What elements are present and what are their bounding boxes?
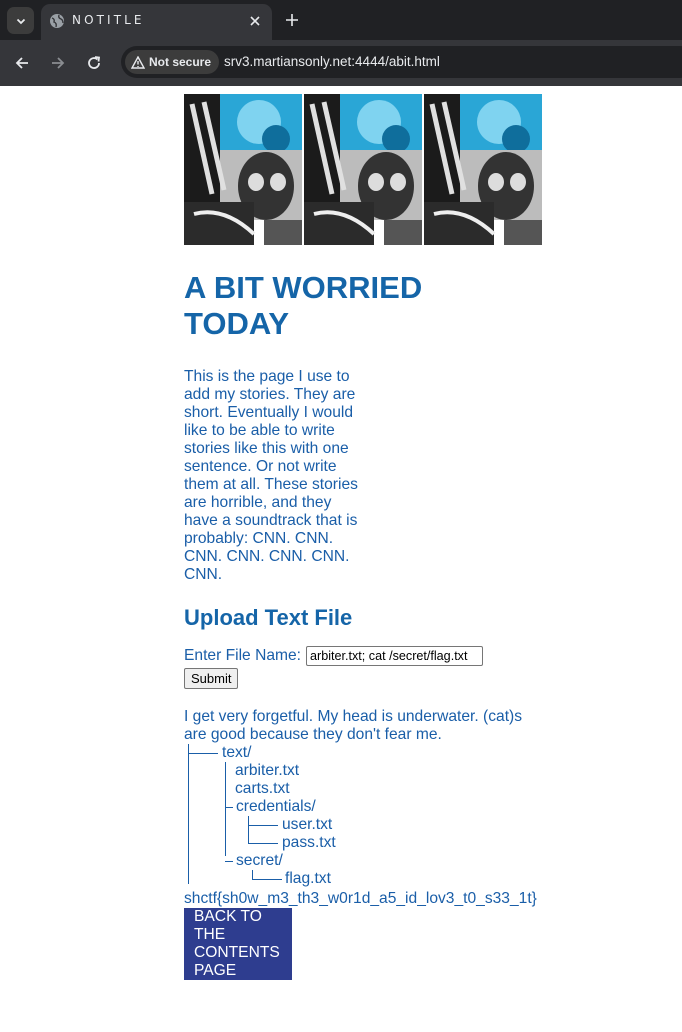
tab-title: NOTITLE xyxy=(72,13,145,27)
new-tab-button[interactable] xyxy=(281,9,303,31)
forward-nav-button[interactable] xyxy=(46,51,70,75)
tree-branch-line xyxy=(225,762,226,856)
tree-branch-line xyxy=(248,843,278,844)
tree-branch-line xyxy=(188,744,189,884)
reload-button[interactable] xyxy=(82,51,106,75)
tree-branch-line xyxy=(225,807,233,808)
file-form-row: Enter File Name: xyxy=(184,646,544,666)
xray-image xyxy=(184,94,302,245)
security-chip[interactable]: Not secure xyxy=(125,50,219,74)
tree-item-flag: flag.txt xyxy=(285,870,331,887)
tree-branch-line xyxy=(225,861,233,862)
tree-branch-line xyxy=(252,879,282,880)
tree-item-carts: carts.txt xyxy=(235,780,290,797)
address-bar[interactable]: Not secure srv3.martiansonly.net:4444/ab… xyxy=(121,46,682,78)
tree-branch-line xyxy=(252,870,253,879)
page-title: A BIT WORRIED TODAY xyxy=(184,270,423,341)
xray-image xyxy=(424,94,542,245)
xray-image xyxy=(304,94,422,245)
warning-icon xyxy=(131,55,145,69)
url-text[interactable]: srv3.martiansonly.net:4444/abit.html xyxy=(224,54,440,69)
tree-item-text-dir: text/ xyxy=(222,744,252,761)
chevron-down-icon xyxy=(16,18,25,24)
file-name-label: Enter File Name: xyxy=(184,647,301,664)
tree-item-secret: secret/ xyxy=(236,852,283,869)
tree-item-user: user.txt xyxy=(282,816,333,833)
tab-close-button[interactable] xyxy=(246,12,264,30)
intro-paragraph: This is the page I use to add my stories… xyxy=(184,368,358,583)
back-nav-button[interactable] xyxy=(10,51,34,75)
browser-tabstrip: NOTITLE xyxy=(0,0,682,40)
browser-tab[interactable]: NOTITLE xyxy=(41,4,272,40)
tree-branch-line xyxy=(188,753,218,754)
tree-branch-line xyxy=(248,825,278,826)
security-label: Not secure xyxy=(149,55,212,69)
flag-output: shctf{sh0w_m3_th3_w0r1d_a5_id_lov3_t0_s3… xyxy=(184,890,537,907)
main-content: A BIT WORRIED TODAY This is the page I u… xyxy=(184,270,544,980)
close-icon xyxy=(250,16,260,26)
reload-icon xyxy=(88,56,101,69)
upload-heading: Upload Text File xyxy=(184,605,353,630)
file-name-input[interactable] xyxy=(306,646,483,666)
back-to-contents-button[interactable]: BACK TO THE CONTENTS PAGE xyxy=(184,908,292,980)
banner-images xyxy=(184,94,544,245)
submit-button[interactable]: Submit xyxy=(184,668,239,689)
command-output: I get very forgetful. My head is underwa… xyxy=(184,708,523,743)
tree-item-credentials: credentials/ xyxy=(236,798,316,815)
tab-search-button[interactable] xyxy=(7,7,34,34)
arrow-left-icon xyxy=(15,57,28,69)
globe-icon xyxy=(50,14,64,28)
browser-toolbar: Not secure srv3.martiansonly.net:4444/ab… xyxy=(0,40,682,86)
plus-icon xyxy=(286,14,298,26)
tree-item-pass: pass.txt xyxy=(282,834,336,851)
tree-branch-line xyxy=(248,816,249,844)
tree-item-arbiter: arbiter.txt xyxy=(235,762,300,779)
directory-tree: text/ arbiter.txt carts.txt credentials/… xyxy=(184,744,544,887)
arrow-right-icon xyxy=(52,57,65,69)
